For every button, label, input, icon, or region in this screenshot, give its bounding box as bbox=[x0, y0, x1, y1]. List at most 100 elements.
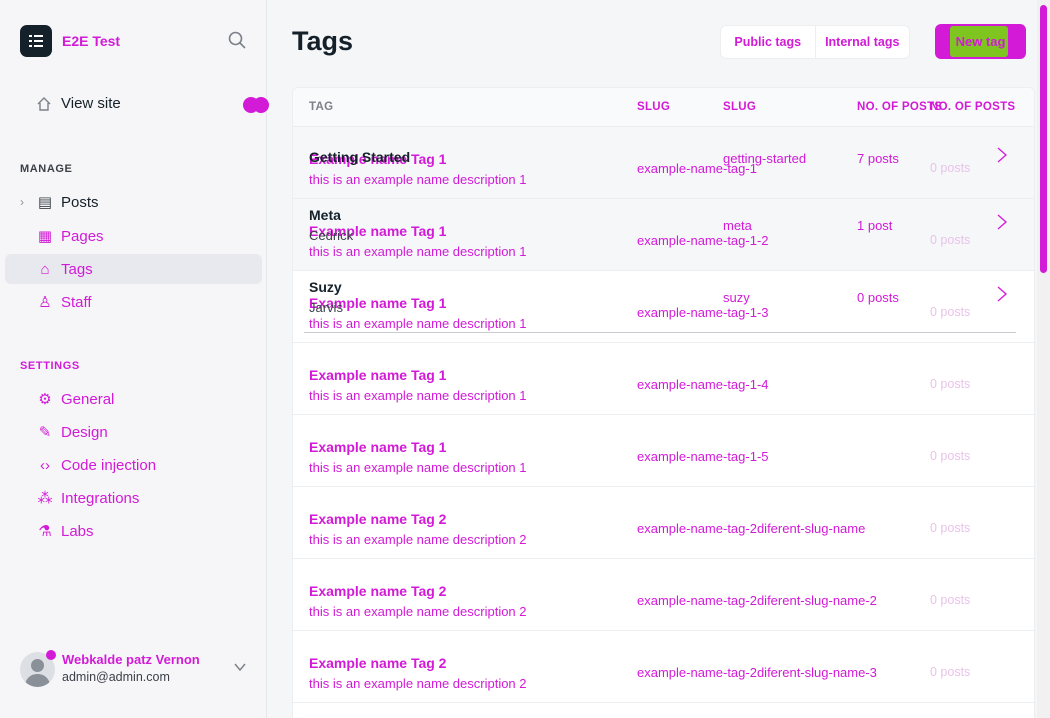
tag-post-count: 0 posts bbox=[930, 665, 971, 679]
brand-logo-icon bbox=[20, 25, 52, 57]
sidebar-item-code-injection[interactable]: ‹› Code injection bbox=[5, 450, 262, 480]
tag-name-overlay: Meta bbox=[309, 207, 341, 223]
chevron-right-icon[interactable] bbox=[995, 286, 1009, 302]
user-name: Webkalde patz Vernon bbox=[62, 652, 200, 667]
sidebar-item-pages[interactable]: ▦ Pages bbox=[5, 221, 262, 251]
scrollbar-thumb[interactable] bbox=[1040, 5, 1047, 273]
view-site-link[interactable]: View site bbox=[36, 95, 121, 112]
tag-icon: ⌂ bbox=[40, 260, 50, 278]
sidebar-item-tags[interactable]: ⌂ Tags bbox=[5, 254, 262, 284]
sidebar-item-posts[interactable]: › ▤ Posts bbox=[5, 187, 262, 217]
tag-name: Example name Tag 1 bbox=[309, 367, 447, 383]
tag-description: this is an example name description 2 bbox=[309, 604, 527, 619]
column-header-posts-2: NO. OF POSTS bbox=[930, 101, 1016, 113]
chevron-right-icon[interactable]: › bbox=[20, 195, 24, 209]
tag-slug-overlay: meta bbox=[723, 218, 752, 233]
table-row[interactable]: Example name Tag 1 this is an example na… bbox=[293, 343, 1034, 415]
tag-post-count: 0 posts bbox=[930, 161, 971, 175]
manage-section-title: MANAGE bbox=[20, 163, 73, 175]
tag-description: this is an example name description 1 bbox=[309, 316, 527, 331]
sidebar-item-label: General bbox=[61, 390, 115, 408]
scrollbar[interactable] bbox=[1037, 0, 1050, 718]
brand-name: E2E Test bbox=[62, 33, 121, 49]
table-header: TAG SLUG SLUG NO. OF POSTS NO. OF POSTS bbox=[293, 88, 1034, 127]
sidebar-item-label: Tags bbox=[61, 260, 93, 278]
sidebar-item-label: Code injection bbox=[61, 456, 157, 474]
sidebar-item-label: Pages bbox=[61, 227, 104, 245]
user-menu[interactable]: Webkalde patz Vernon admin@admin.com bbox=[20, 648, 260, 688]
sidebar-item-label: Integrations bbox=[61, 489, 140, 507]
tag-subtext-overlay: Jarvis bbox=[309, 300, 343, 315]
user-email: admin@admin.com bbox=[62, 670, 170, 684]
sidebar-item-staff[interactable]: ♙ Staff bbox=[5, 287, 262, 317]
tag-subtext-overlay: Cedrick bbox=[309, 228, 354, 243]
column-header-slug: SLUG bbox=[637, 101, 671, 113]
column-header-slug-2: SLUG bbox=[723, 101, 757, 113]
sidebar-item-label: Posts bbox=[61, 193, 99, 211]
notification-dot bbox=[253, 97, 269, 113]
tag-post-count: 0 posts bbox=[930, 233, 971, 247]
tag-post-count-overlay: 0 posts bbox=[857, 290, 899, 305]
tag-filter-toggle: Public tags Internal tags bbox=[720, 25, 910, 59]
sidebar-item-integrations[interactable]: ⁂ Integrations bbox=[5, 483, 262, 513]
tags-table: TAG SLUG SLUG NO. OF POSTS NO. OF POSTS … bbox=[292, 87, 1035, 718]
sidebar-item-label: Staff bbox=[61, 293, 92, 311]
table-row[interactable]: Example name Tag 2 this is an example na… bbox=[293, 631, 1034, 703]
tag-post-count: 0 posts bbox=[930, 521, 971, 535]
tag-post-count: 0 posts bbox=[930, 377, 971, 391]
new-tag-label: New tag bbox=[955, 34, 1006, 49]
staff-icon: ♙ bbox=[38, 294, 52, 311]
settings-section-title: SETTINGS bbox=[20, 360, 80, 372]
table-row[interactable]: Example name Tag 2 this is an example na… bbox=[293, 559, 1034, 631]
sidebar-item-labs[interactable]: ⚗ Labs bbox=[5, 516, 262, 546]
table-row[interactable]: Example name Tag 2 this is an example na… bbox=[293, 487, 1034, 559]
tag-post-count-overlay: 1 post bbox=[857, 218, 893, 233]
tag-slug: example-name-tag-2diferent-slug-name bbox=[637, 521, 866, 536]
public-tags-button[interactable]: Public tags bbox=[721, 26, 816, 58]
status-dot bbox=[46, 650, 56, 660]
chevron-down-icon[interactable] bbox=[233, 660, 247, 674]
sidebar-item-design[interactable]: ✎ Design bbox=[5, 417, 262, 447]
tag-description: this is an example name description 1 bbox=[309, 172, 527, 187]
brand[interactable]: E2E Test bbox=[20, 25, 120, 57]
brush-icon: ✎ bbox=[38, 424, 52, 441]
sidebar-item-general[interactable]: ⚙ General bbox=[5, 384, 262, 414]
tag-description: this is an example name description 1 bbox=[309, 388, 527, 403]
tag-slug: example-name-tag-1-5 bbox=[637, 449, 769, 464]
internal-tags-button[interactable]: Internal tags bbox=[816, 26, 910, 58]
tag-post-count: 0 posts bbox=[930, 593, 971, 607]
tag-name: Example name Tag 1 bbox=[309, 439, 447, 455]
tag-name: Example name Tag 2 bbox=[309, 583, 447, 599]
tag-description: this is an example name description 2 bbox=[309, 532, 527, 547]
page-title: Tags bbox=[292, 26, 354, 56]
tag-slug: example-name-tag-2diferent-slug-name-2 bbox=[637, 593, 877, 608]
table-row[interactable]: Example name Tag 1 this is an example na… bbox=[293, 415, 1034, 487]
table-row[interactable]: Example name Tag 1 this is an example na… bbox=[293, 127, 1034, 199]
chevron-right-icon[interactable] bbox=[995, 147, 1009, 163]
tag-description: this is an example name description 2 bbox=[309, 676, 527, 691]
sidebar: E2E Test View site MANAGE › ▤ Posts ▦ Pa… bbox=[0, 0, 269, 718]
tag-slug-overlay: getting-started bbox=[723, 151, 807, 166]
integrations-icon: ⁂ bbox=[37, 490, 53, 507]
tag-slug: example-name-tag-1-2 bbox=[637, 233, 769, 248]
tag-slug: example-name-tag-1-3 bbox=[637, 305, 769, 320]
tag-name: Example name Tag 2 bbox=[309, 655, 447, 671]
tag-post-count: 0 posts bbox=[930, 305, 971, 319]
new-tag-button[interactable]: New tag bbox=[935, 24, 1026, 59]
tag-slug-overlay: suzy bbox=[723, 290, 750, 305]
gear-icon: ⚙ bbox=[38, 391, 52, 408]
table-row[interactable]: Example name Tag 1 this is an example na… bbox=[293, 199, 1034, 271]
view-site-label: View site bbox=[61, 95, 121, 112]
sidebar-item-label: Labs bbox=[61, 522, 94, 540]
column-header-tag: TAG bbox=[309, 101, 334, 113]
search-icon[interactable] bbox=[228, 31, 246, 49]
home-icon bbox=[37, 96, 51, 111]
table-row[interactable]: Example name Tag 1 this is an example na… bbox=[293, 271, 1034, 343]
pages-icon: ▦ bbox=[37, 228, 53, 245]
tag-description: this is an example name description 1 bbox=[309, 244, 527, 259]
chevron-right-icon[interactable] bbox=[995, 214, 1009, 230]
tag-slug: example-name-tag-2diferent-slug-name-3 bbox=[637, 665, 877, 680]
tag-name: Example name Tag 2 bbox=[309, 511, 447, 527]
notification-dots[interactable] bbox=[243, 97, 269, 113]
row-divider bbox=[304, 332, 1016, 333]
